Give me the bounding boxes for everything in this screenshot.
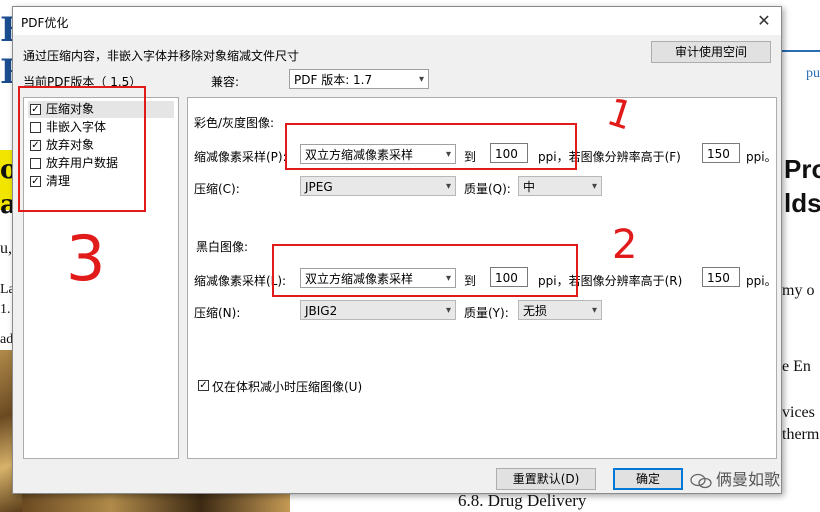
color-compress-value: JPEG — [305, 180, 333, 194]
chevron-down-icon: ▾ — [445, 181, 451, 192]
chevron-down-icon: ▾ — [418, 74, 424, 85]
bg-text: Pro — [784, 154, 820, 184]
dialog-description: 通过压缩内容，非嵌入字体并移除对象缩减文件尺寸 — [23, 49, 300, 63]
mono-compress-select[interactable]: JBIG2 ▾ — [300, 300, 456, 320]
chevron-down-icon: ▾ — [591, 305, 597, 316]
mono-quality-label: 质量(Y): — [464, 306, 509, 320]
dialog-title: PDF优化 — [21, 16, 69, 30]
bg-text: therm — [782, 426, 820, 443]
bg-text: lds — [784, 188, 820, 218]
color-quality-value: 中 — [523, 180, 536, 194]
dialog-titlebar[interactable]: PDF优化 ✕ — [13, 7, 781, 35]
mono-threshold-input[interactable]: 150 — [702, 267, 740, 287]
color-ppi-end: ppi。 — [746, 150, 777, 164]
mono-ppi-end: ppi。 — [746, 274, 777, 288]
color-quality-label: 质量(Q): — [464, 182, 511, 196]
compat-label: 兼容: — [211, 75, 240, 89]
close-icon[interactable]: ✕ — [753, 11, 775, 31]
annotation-box-1 — [285, 123, 577, 170]
mono-images-heading: 黑白图像: — [196, 240, 249, 254]
mono-compress-value: JBIG2 — [305, 304, 338, 318]
mono-quality-value: 无损 — [523, 304, 548, 318]
bg-text: e En — [782, 358, 811, 375]
annotation-number: 2 — [612, 222, 638, 268]
reset-defaults-button[interactable]: 重置默认(D) — [496, 468, 596, 490]
bg-section-heading: 6.8. Drug Delivery — [458, 491, 587, 510]
chevron-down-icon: ▾ — [445, 305, 451, 316]
mono-quality-select[interactable]: 无损 ▾ — [518, 300, 602, 320]
bg-photo-bottom — [22, 492, 290, 512]
compat-value: PDF 版本: 1.7 — [294, 73, 373, 87]
chevron-down-icon: ▾ — [591, 181, 597, 192]
watermark-text: 俩曼如歌 — [716, 470, 781, 489]
wechat-icon — [690, 473, 712, 488]
annotation-number: 3 — [66, 222, 106, 295]
only-if-smaller-checkbox[interactable] — [198, 380, 209, 391]
annotation-box-2 — [272, 244, 578, 297]
bg-text: 1. — [0, 302, 11, 317]
audit-space-button[interactable]: 审计使用空间 — [651, 41, 771, 63]
annotation-box-3 — [18, 86, 146, 212]
only-if-smaller-label: 仅在体积减小时压缩图像(U) — [212, 380, 363, 394]
color-images-heading: 彩色/灰度图像: — [194, 116, 275, 130]
bg-text: u, — [0, 240, 12, 257]
compat-select[interactable]: PDF 版本: 1.7 ▾ — [289, 69, 429, 89]
color-compress-select[interactable]: JPEG ▾ — [300, 176, 456, 196]
ok-button[interactable]: 确定 — [613, 468, 683, 490]
watermark: 俩曼如歌 — [690, 466, 780, 490]
color-compress-label: 压缩(C): — [194, 182, 240, 196]
color-quality-select[interactable]: 中 ▾ — [518, 176, 602, 196]
mono-compress-label: 压缩(N): — [194, 306, 241, 320]
bg-text: vices — [782, 404, 815, 421]
bg-text: pu — [806, 66, 820, 81]
bg-text: my o — [782, 282, 815, 299]
color-resample-label: 缩减像素采样(P): — [194, 150, 287, 164]
color-threshold-input[interactable]: 150 — [702, 143, 740, 163]
